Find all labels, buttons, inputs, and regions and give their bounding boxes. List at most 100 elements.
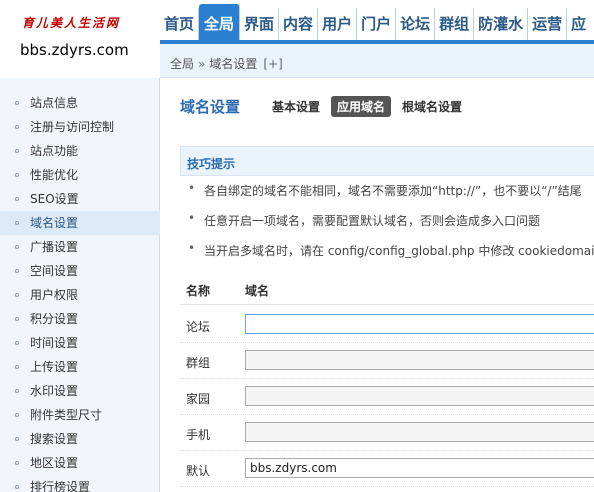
row-label-home: 家园 <box>186 392 211 406</box>
tab-bar: 基本设置 应用域名 根域名设置 <box>266 96 473 117</box>
tips-header: 技巧提示 <box>180 146 594 176</box>
logo-calligraphy: 育儿美人生活网 <box>22 16 121 30</box>
bullet-icon <box>15 413 19 417</box>
forum-domain-input[interactable] <box>245 314 594 334</box>
table-header: 名称 域名 <box>180 273 594 305</box>
nav-group[interactable]: 群组 <box>435 8 475 40</box>
sidebar-item-label: 上传设置 <box>30 360 79 374</box>
sidebar-item[interactable]: 站点信息 <box>0 91 160 115</box>
sidebar-item-label: 积分设置 <box>30 312 79 326</box>
sidebar-item[interactable]: 时间设置 <box>0 331 160 355</box>
table-row: 默认 <box>180 451 594 487</box>
bullet-icon <box>15 485 19 489</box>
nav-portal[interactable]: 门户 <box>357 8 397 40</box>
tips-title: 技巧提示 <box>187 157 236 171</box>
row-label-group: 群组 <box>186 356 211 370</box>
tip-bullet: • <box>188 211 196 225</box>
main-content: 域名设置 基本设置 应用域名 根域名设置 技巧提示 • 各自绑定的域名不能相同，… <box>160 78 594 492</box>
nav-global[interactable]: 全局 <box>199 4 241 44</box>
tip-bullet: • <box>188 181 196 195</box>
logo-domain: bbs.zdyrs.com <box>20 41 129 59</box>
bullet-icon <box>15 437 19 441</box>
sidebar-item-label: 性能优化 <box>30 168 79 182</box>
table-row: 家园 <box>180 379 594 415</box>
sidebar-item-label: 时间设置 <box>30 336 79 350</box>
default-domain-input[interactable] <box>245 458 594 478</box>
tab-basic-settings[interactable]: 基本设置 <box>266 96 326 117</box>
add-shortcut-button[interactable]: [+] <box>263 57 282 71</box>
tab-app-domains[interactable]: 应用域名 <box>331 96 392 117</box>
nav-operations[interactable]: 运营 <box>528 8 568 40</box>
sidebar: 站点信息注册与访问控制 站点功能性能优化 SEO设置域名设置广播设置空间设置用户权限… <box>0 78 160 492</box>
sidebar-item-label: SEO设置 <box>30 192 79 206</box>
nav-apps[interactable]: 应 <box>567 8 590 40</box>
nav-antispam[interactable]: 防灌水 <box>474 8 529 40</box>
sidebar-item[interactable]: 积分设置 <box>0 307 160 331</box>
page-title: 域名设置 <box>180 98 241 116</box>
breadcrumb: 全局 » 域名设置 [+] <box>170 55 283 72</box>
sidebar-item[interactable]: 附件类型尺寸 <box>0 403 160 427</box>
nav-forum[interactable]: 论坛 <box>396 8 436 40</box>
header: 育儿美人生活网 bbs.zdyrs.com 首页 全局 界面 内容 用户 门户 … <box>0 0 594 78</box>
sidebar-item[interactable]: 搜索设置 <box>0 427 160 451</box>
sidebar-item-label: 域名设置 <box>30 216 79 230</box>
table-row: 手机 <box>180 415 594 451</box>
bullet-icon <box>15 317 19 321</box>
nav-users[interactable]: 用户 <box>318 8 358 40</box>
sidebar-item-label: 用户权限 <box>30 288 79 302</box>
sidebar-item[interactable]: 广播设置 <box>0 235 160 259</box>
tip-text-2: 任意开启一项域名，需要配置默认域名，否则会造成多入口问题 <box>204 214 541 228</box>
sidebar-item[interactable]: 空间设置 <box>0 259 160 283</box>
sidebar-item-label: 地区设置 <box>30 456 79 470</box>
bullet-icon <box>15 101 19 105</box>
row-label-mobile: 手机 <box>186 428 211 442</box>
sidebar-item-label: 附件类型尺寸 <box>30 408 103 422</box>
logo-area: 育儿美人生活网 bbs.zdyrs.com <box>0 0 160 78</box>
sidebar-item[interactable]: 上传设置 <box>0 355 160 379</box>
mobile-domain-input[interactable] <box>245 422 594 442</box>
sidebar-item-label: 注册与访问控制 <box>30 120 115 134</box>
table-row: 群组 <box>180 343 594 379</box>
row-label-forum: 论坛 <box>186 320 211 334</box>
sidebar-item-label: 站点功能 <box>30 144 79 158</box>
breadcrumb-bar: 全局 » 域名设置 [+] <box>160 40 594 78</box>
sidebar-item[interactable]: SEO设置 <box>0 187 160 211</box>
sidebar-item[interactable]: 域名设置 <box>0 211 160 235</box>
bullet-icon <box>15 245 19 249</box>
sidebar-item-label: 搜索设置 <box>30 432 79 446</box>
column-header-domain: 域名 <box>245 284 270 298</box>
sidebar-item[interactable]: 水印设置 <box>0 379 160 403</box>
breadcrumb-separator: » <box>198 57 206 71</box>
nav-content[interactable]: 内容 <box>279 8 319 40</box>
bullet-icon <box>15 269 19 273</box>
sidebar-item[interactable]: 站点功能 <box>0 139 160 163</box>
bullet-icon <box>15 149 19 153</box>
row-label-default: 默认 <box>186 464 211 478</box>
sidebar-item-label: 空间设置 <box>30 264 79 278</box>
sidebar-item[interactable]: 用户权限 <box>0 283 160 307</box>
sidebar-item[interactable]: 地区设置 <box>0 451 160 475</box>
sidebar-item[interactable]: 注册与访问控制 <box>0 115 160 139</box>
sidebar-item[interactable]: 性能优化 <box>0 163 160 187</box>
table-row: 论坛 <box>180 307 594 343</box>
sidebar-item-label: 广播设置 <box>30 240 79 254</box>
bullet-icon <box>15 341 19 345</box>
bullet-icon <box>15 221 19 225</box>
breadcrumb-current: 域名设置 <box>209 57 258 71</box>
bullet-icon <box>15 173 19 177</box>
bullet-icon <box>15 365 19 369</box>
column-header-name: 名称 <box>186 284 211 298</box>
tab-root-domain[interactable]: 根域名设置 <box>396 96 468 117</box>
nav-home[interactable]: 首页 <box>160 8 200 40</box>
sidebar-item-label: 水印设置 <box>30 384 79 398</box>
bullet-icon <box>15 293 19 297</box>
tip-bullet: • <box>188 241 196 255</box>
sidebar-item[interactable]: 排行榜设置 <box>0 475 160 492</box>
home-domain-input[interactable] <box>245 386 594 406</box>
breadcrumb-root[interactable]: 全局 <box>170 57 194 71</box>
nav-interface[interactable]: 界面 <box>240 8 280 40</box>
bullet-icon <box>15 125 19 129</box>
sidebar-item-label: 站点信息 <box>30 96 79 110</box>
group-domain-input[interactable] <box>245 350 594 370</box>
tip-text-3: 当开启多域名时，请在 config/config_global.php 中修改 … <box>204 244 594 258</box>
